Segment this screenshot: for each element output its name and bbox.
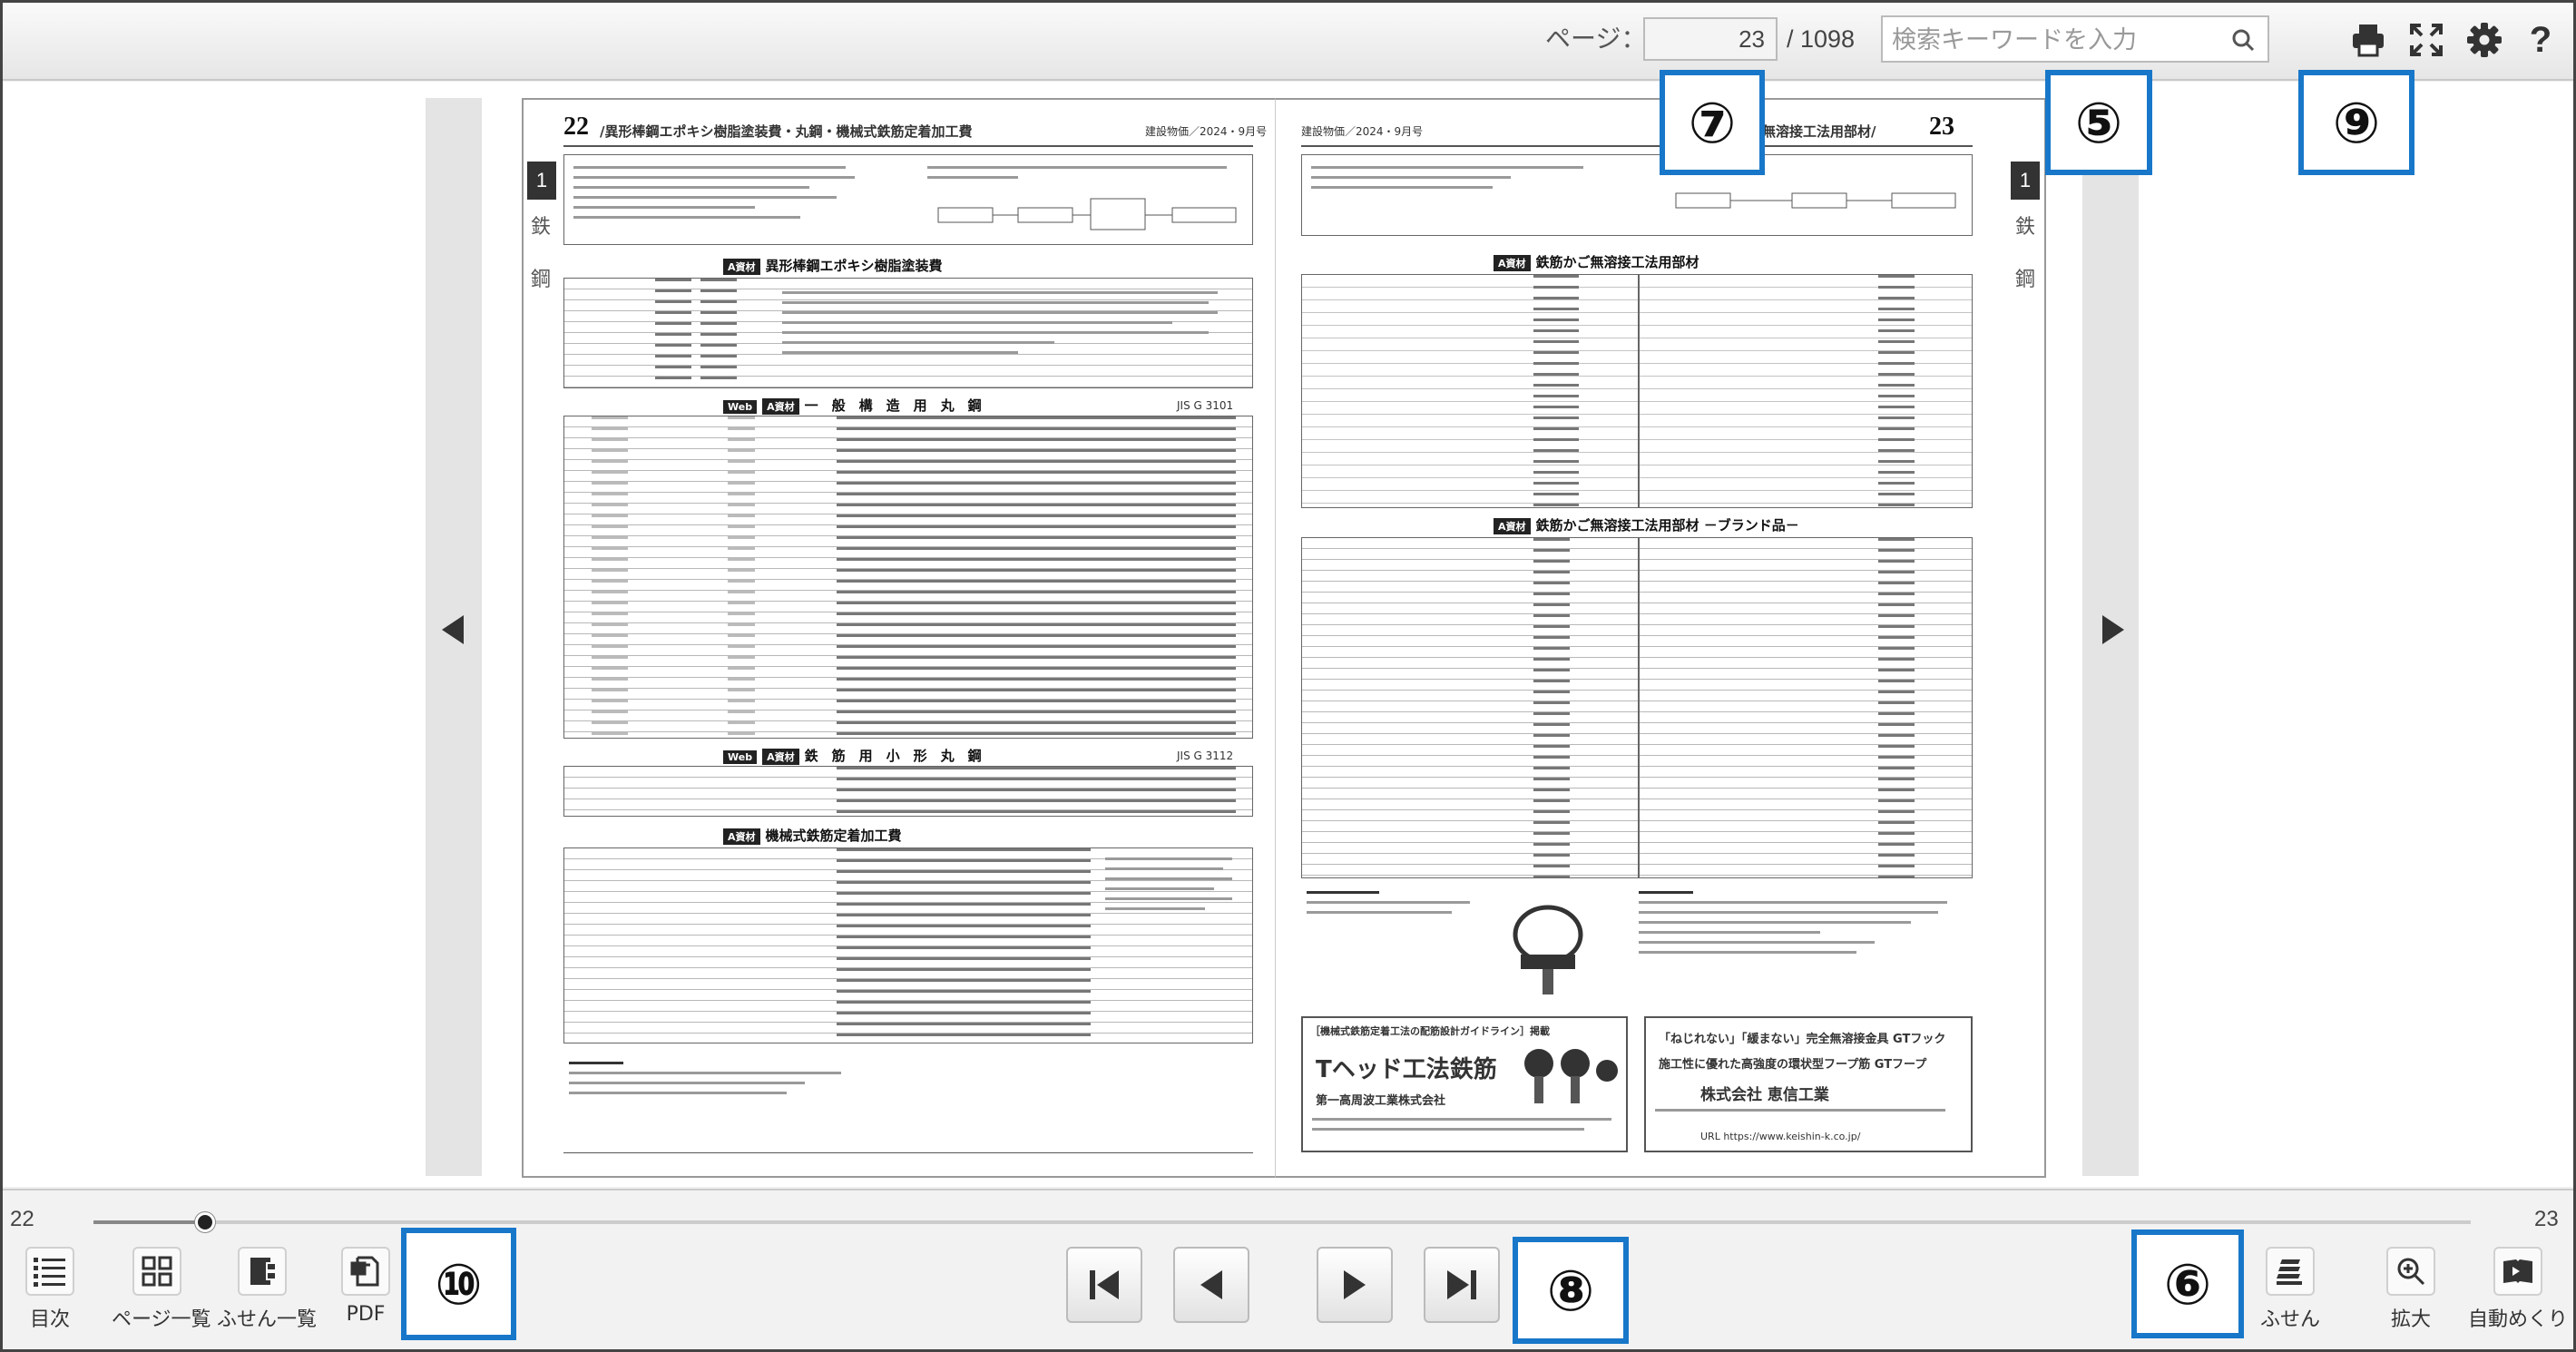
left-arrow-icon[interactable]	[442, 615, 464, 644]
fullscreen-icon[interactable]	[2404, 17, 2449, 63]
jis-standard: JIS G 3101	[1177, 399, 1234, 412]
notes	[1639, 891, 1965, 961]
sticky-note-label: ふせん	[2259, 1308, 2320, 1331]
section-heading: Web A資材一 般 構 造 用 丸 鋼	[723, 396, 982, 415]
ad-t-head: ［機械式鉄筋定着工法の配筋設計ガイドライン］掲載 Tヘッド工法鉄筋 第一高周波工…	[1301, 1016, 1628, 1152]
section-heading: Web A資材鉄 筋 用 小 形 丸 鋼	[723, 746, 982, 765]
page-list-label: ページ一覧	[112, 1308, 211, 1331]
bottom-toolbar: 22 23 目次 ページ一覧 ふせん一覧 PDF ふせん 拡大 自動めくり ⑩ …	[3, 1189, 2573, 1349]
help-icon[interactable]: ?	[2518, 17, 2563, 63]
flow-diagram	[937, 198, 1237, 230]
parts-table	[1301, 274, 1973, 508]
pdf-icon	[341, 1247, 390, 1296]
right-page-header: 建設物価／2024・9月号	[1301, 125, 1424, 138]
notes	[569, 1062, 932, 1102]
search-icon[interactable]	[2231, 28, 2255, 52]
callout-5: ⑤	[2045, 70, 2152, 175]
header-rule	[563, 145, 1253, 147]
section-heading: A資材 鉄筋かご無溶接工法用部材	[1494, 252, 1699, 271]
section-tab: 1	[2011, 162, 2040, 200]
section-tab: 1	[527, 162, 556, 200]
page-list-button[interactable]: ページ一覧	[112, 1247, 211, 1347]
zoom-button[interactable]: 拡大	[2365, 1247, 2456, 1347]
gear-icon[interactable]	[2462, 17, 2507, 63]
anchor-table	[563, 847, 1253, 1043]
footer-rule	[563, 1152, 1253, 1153]
auto-flip-label: 自動めくり	[2467, 1308, 2568, 1331]
zoom-label: 拡大	[2390, 1308, 2431, 1331]
right-arrow-icon[interactable]	[2102, 615, 2124, 644]
section-heading: A資材 異形棒鋼エポキシ樹脂塗装費	[723, 256, 943, 275]
slider-max-label: 23	[2534, 1207, 2559, 1231]
first-page-button[interactable]	[1066, 1247, 1142, 1323]
left-page-title: /異形棒鋼エポキシ樹脂塗装費・丸鋼・機械式鉄筋定着加工費	[600, 123, 973, 140]
price-note	[1307, 891, 1488, 921]
section-heading: A資材 鉄筋かご無溶接工法用部材 －ブランド品－	[1494, 515, 1799, 534]
callout-8: ⑧	[1513, 1237, 1629, 1344]
round-bar-table	[563, 416, 1253, 739]
section-heading: A資材 機械式鉄筋定着加工費	[723, 826, 902, 845]
epoxy-table	[563, 278, 1253, 388]
page-number-input[interactable]	[1643, 17, 1778, 61]
print-icon[interactable]	[2346, 17, 2391, 63]
auto-flip-button[interactable]: 自動めくり	[2467, 1247, 2569, 1347]
callout-9: ⑨	[2298, 70, 2414, 175]
sticky-note-button[interactable]: ふせん	[2240, 1247, 2340, 1347]
side-char: 鉄	[2015, 216, 2036, 239]
sticky-list-label: ふせん一覧	[217, 1308, 318, 1331]
prev-page-button[interactable]	[1173, 1247, 1249, 1323]
prev-page-panel[interactable]	[426, 98, 482, 1176]
zoom-in-icon	[2386, 1247, 2435, 1296]
left-page: 22 /異形棒鋼エポキシ樹脂塗装費・丸鋼・機械式鉄筋定着加工費 建設物価／202…	[522, 98, 1275, 1178]
page-total: / 1098	[1787, 25, 1856, 53]
sticky-list-icon	[238, 1247, 287, 1296]
right-page-number: 23	[1929, 113, 1954, 141]
next-page-button[interactable]	[1317, 1247, 1393, 1323]
next-page-icon	[1344, 1270, 1366, 1299]
toc-button[interactable]: 目次	[5, 1247, 95, 1347]
left-page-number: 22	[563, 113, 589, 141]
sticky-note-icon	[2266, 1247, 2315, 1296]
slider-min-label: 22	[10, 1207, 34, 1231]
ad-gt-hook: 「ねじれない」「緩まない」完全無溶接金具 GTフック 施工性に優れた高強度の環状…	[1644, 1016, 1973, 1152]
side-char: 鉄	[531, 216, 552, 239]
pdf-label: PDF	[346, 1303, 386, 1326]
first-page-icon	[1090, 1270, 1119, 1299]
toc-label: 目次	[29, 1308, 70, 1331]
search-box[interactable]	[1881, 15, 2269, 63]
prev-page-icon	[1200, 1270, 1222, 1299]
brand-parts-table	[1301, 537, 1973, 878]
last-page-icon	[1447, 1270, 1476, 1299]
side-char: 鋼	[2015, 269, 2036, 291]
document-viewer: 22 /異形棒鋼エポキシ樹脂塗装費・丸鋼・機械式鉄筋定着加工費 建設物価／202…	[3, 70, 2573, 1187]
side-char: 鋼	[531, 269, 552, 291]
intro-box	[1301, 154, 1973, 236]
callout-6: ⑥	[2131, 1230, 2244, 1338]
last-page-button[interactable]	[1424, 1247, 1500, 1323]
slider-fill	[93, 1220, 206, 1224]
callout-10: ⑩	[401, 1228, 516, 1340]
page-slider[interactable]	[93, 1212, 2471, 1232]
pdf-button[interactable]: PDF	[320, 1247, 411, 1347]
page-label: ページ：	[1545, 24, 1647, 54]
flow-diagram	[1675, 192, 1956, 209]
jis-standard: JIS G 3112	[1177, 749, 1234, 762]
small-round-bar-table	[563, 766, 1253, 817]
right-page: 建設物価／2024・9月号 鉄筋かご無溶接工法用部材/ 23 1 鉄 鋼 A資材…	[1275, 98, 2046, 1178]
auto-flip-icon	[2493, 1247, 2542, 1296]
toc-icon	[25, 1247, 74, 1296]
top-toolbar: ページ： / 1098	[3, 3, 2573, 81]
bolt-illustration	[1513, 905, 1583, 994]
left-page-header: 建設物価／2024・9月号	[1145, 125, 1268, 138]
slider-thumb[interactable]	[195, 1212, 216, 1232]
next-page-panel[interactable]	[2082, 98, 2139, 1176]
sticky-list-button[interactable]: ふせん一覧	[217, 1247, 318, 1347]
grid-icon	[132, 1247, 181, 1296]
callout-7: ⑦	[1660, 70, 1765, 175]
search-input[interactable]	[1892, 23, 2200, 57]
header-rule	[1301, 145, 1973, 147]
intro-box	[563, 154, 1253, 245]
